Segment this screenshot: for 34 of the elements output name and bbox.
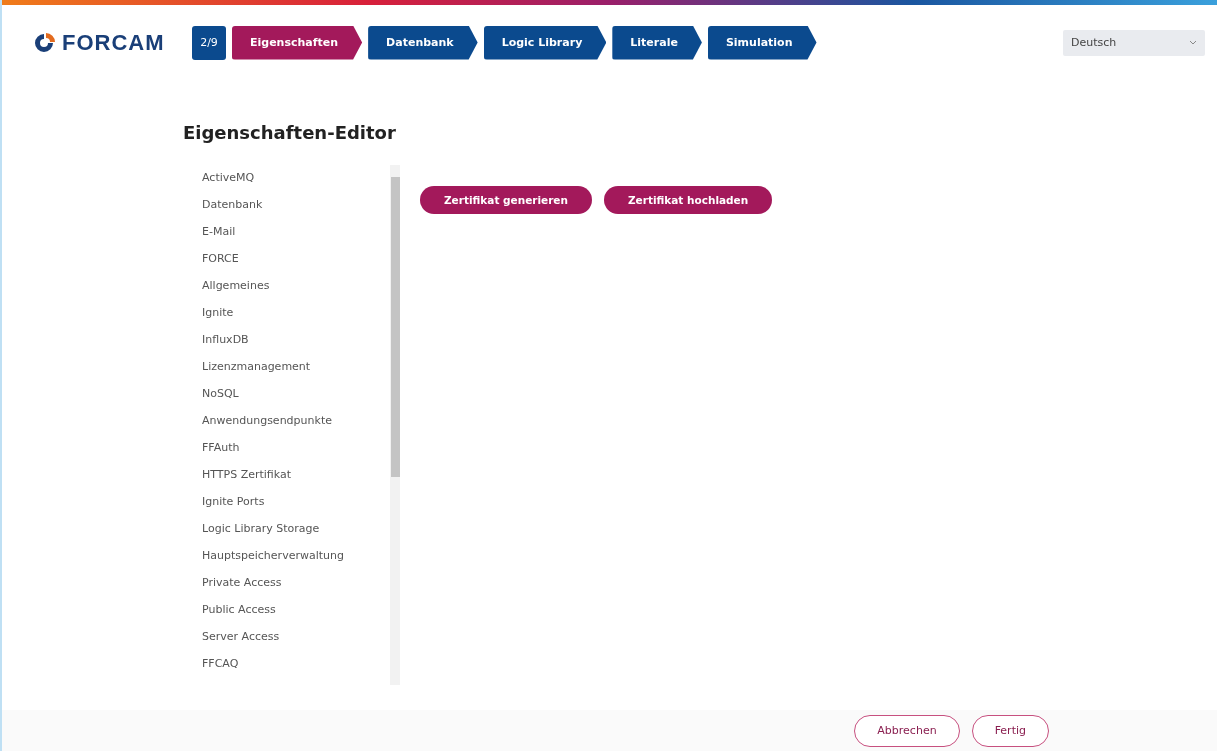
category-item[interactable]: FFCAQ (202, 657, 390, 684)
wizard-step[interactable]: Datenbank (368, 25, 478, 60)
action-button[interactable]: Zertifikat generieren (420, 186, 592, 214)
wizard-step[interactable]: Eigenschaften (232, 25, 363, 60)
chevron-down-icon (1189, 40, 1197, 45)
wizard-step[interactable]: Simulation (707, 25, 817, 60)
category-item[interactable]: Allgemeines (202, 279, 390, 306)
category-item[interactable]: FFAuth (202, 441, 390, 468)
category-item[interactable]: Ignite (202, 306, 390, 333)
action-button[interactable]: Zertifikat hochladen (603, 186, 773, 214)
category-item[interactable]: Private Access (202, 576, 390, 603)
language-dropdown[interactable]: Deutsch (1063, 29, 1205, 56)
category-item[interactable]: FORCE (202, 252, 390, 279)
footer-button[interactable]: Fertig (971, 714, 1049, 747)
step-counter: 2/9 (192, 25, 226, 60)
category-item[interactable]: Ignite Ports (202, 495, 390, 522)
category-item[interactable]: NoSQL (202, 387, 390, 414)
category-item[interactable]: Logic Library Storage (202, 522, 390, 549)
category-item[interactable]: HTTPS Zertifikat (202, 468, 390, 495)
page-title: Eigenschaften-Editor (183, 122, 397, 143)
category-item[interactable]: InfluxDB (202, 333, 390, 360)
category-item[interactable]: Datenbank (202, 198, 390, 225)
wizard-step[interactable]: Literale (612, 25, 702, 60)
footer-button[interactable]: Abbrechen (854, 714, 960, 747)
category-item[interactable]: Public Access (202, 603, 390, 630)
scrollbar[interactable] (390, 165, 400, 685)
category-item[interactable]: Hauptspeicherverwaltung (202, 549, 390, 576)
category-item[interactable]: Server Access (202, 630, 390, 657)
category-item[interactable]: ActiveMQ (202, 171, 390, 198)
wizard-step[interactable]: Logic Library (483, 25, 607, 60)
category-item[interactable]: Lizenzmanagement (202, 360, 390, 387)
logo-text: FORCAM (62, 29, 165, 56)
category-item[interactable]: E-Mail (202, 225, 390, 252)
category-item[interactable]: Anwendungsendpunkte (202, 414, 390, 441)
